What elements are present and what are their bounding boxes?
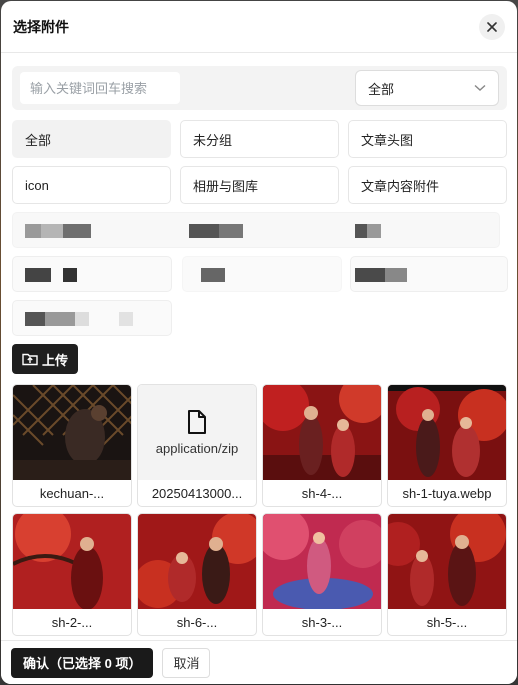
group-label: 未分组 bbox=[193, 132, 233, 148]
attachment-card[interactable]: sh-3-... bbox=[262, 513, 382, 636]
dialog-title: 选择附件 bbox=[13, 18, 69, 35]
attachment-card[interactable]: application/zip 20250413000... bbox=[137, 384, 257, 507]
search-bar: 全部 bbox=[12, 66, 507, 110]
attachment-thumbnail bbox=[13, 385, 131, 480]
group-label: icon bbox=[25, 177, 49, 193]
attachment-name: sh-5-... bbox=[426, 615, 468, 630]
redacted-group bbox=[182, 256, 342, 292]
chevron-down-icon bbox=[474, 84, 486, 91]
group-label: 文章头图 bbox=[361, 132, 414, 148]
redacted-group bbox=[12, 300, 172, 336]
close-icon bbox=[487, 21, 497, 32]
attachment-name: sh-3-... bbox=[301, 615, 343, 630]
attachment-thumbnail bbox=[263, 385, 381, 480]
attachment-card[interactable]: sh-1-tuya.webp bbox=[387, 384, 507, 507]
upload-label: 上传 bbox=[42, 352, 69, 368]
dialog-footer: 确认（已选择 0 项） 取消 bbox=[1, 640, 517, 684]
confirm-button[interactable]: 确认（已选择 0 项） bbox=[11, 647, 154, 678]
attachment-name: 20250413000... bbox=[151, 486, 243, 501]
attachment-picker-dialog: 选择附件 全部 全部 未分组 文章头图 icon 相册与图库 文章内容附件 bbox=[1, 1, 517, 684]
attachment-card[interactable]: sh-5-... bbox=[387, 513, 507, 636]
group-article-attachments[interactable]: 文章内容附件 bbox=[348, 166, 507, 204]
group-icon[interactable]: icon bbox=[12, 166, 171, 204]
dialog-header: 选择附件 bbox=[1, 1, 517, 53]
redacted-group-row bbox=[12, 212, 500, 248]
attachment-thumbnail: application/zip bbox=[138, 385, 256, 480]
group-label: 全部 bbox=[25, 132, 52, 148]
attachment-thumbnail bbox=[13, 514, 131, 609]
attachment-mime-type: application/zip bbox=[155, 441, 239, 456]
redacted-group bbox=[12, 256, 172, 292]
attachment-thumbnail bbox=[388, 385, 506, 480]
group-list: 全部 未分组 文章头图 icon 相册与图库 文章内容附件 bbox=[12, 120, 507, 204]
upload-button[interactable]: 上传 bbox=[12, 344, 79, 374]
search-input[interactable] bbox=[20, 72, 180, 104]
attachment-name: kechuan-... bbox=[39, 486, 105, 501]
dialog-body: 全部 全部 未分组 文章头图 icon 相册与图库 文章内容附件 bbox=[1, 54, 517, 640]
attachment-thumbnail bbox=[138, 514, 256, 609]
attachment-card[interactable]: sh-2-... bbox=[12, 513, 132, 636]
attachment-name: sh-1-tuya.webp bbox=[402, 486, 492, 501]
attachment-name: sh-6-... bbox=[176, 615, 218, 630]
redacted-group bbox=[350, 256, 508, 292]
cancel-button[interactable]: 取消 bbox=[162, 647, 211, 678]
attachment-card[interactable]: kechuan-... bbox=[12, 384, 132, 507]
group-article-header[interactable]: 文章头图 bbox=[348, 120, 507, 158]
group-ungrouped[interactable]: 未分组 bbox=[180, 120, 339, 158]
group-label: 相册与图库 bbox=[193, 178, 259, 194]
close-button[interactable] bbox=[479, 13, 505, 40]
filter-select-value: 全部 bbox=[368, 81, 395, 97]
attachment-thumbnail bbox=[263, 514, 381, 609]
attachment-card[interactable]: sh-4-... bbox=[262, 384, 382, 507]
group-gallery[interactable]: 相册与图库 bbox=[180, 166, 339, 204]
attachment-card[interactable]: sh-6-... bbox=[137, 513, 257, 636]
attachment-name: sh-4-... bbox=[301, 486, 343, 501]
folder-upload-icon bbox=[22, 353, 38, 366]
filter-select[interactable]: 全部 bbox=[355, 70, 499, 106]
file-icon bbox=[188, 410, 206, 434]
attachment-thumbnail bbox=[388, 514, 506, 609]
attachment-grid: kechuan-... application/zip 20250413000.… bbox=[12, 384, 507, 636]
group-label: 文章内容附件 bbox=[361, 178, 440, 194]
attachment-name: sh-2-... bbox=[51, 615, 93, 630]
redacted-groups bbox=[12, 210, 508, 338]
group-all[interactable]: 全部 bbox=[12, 120, 171, 158]
